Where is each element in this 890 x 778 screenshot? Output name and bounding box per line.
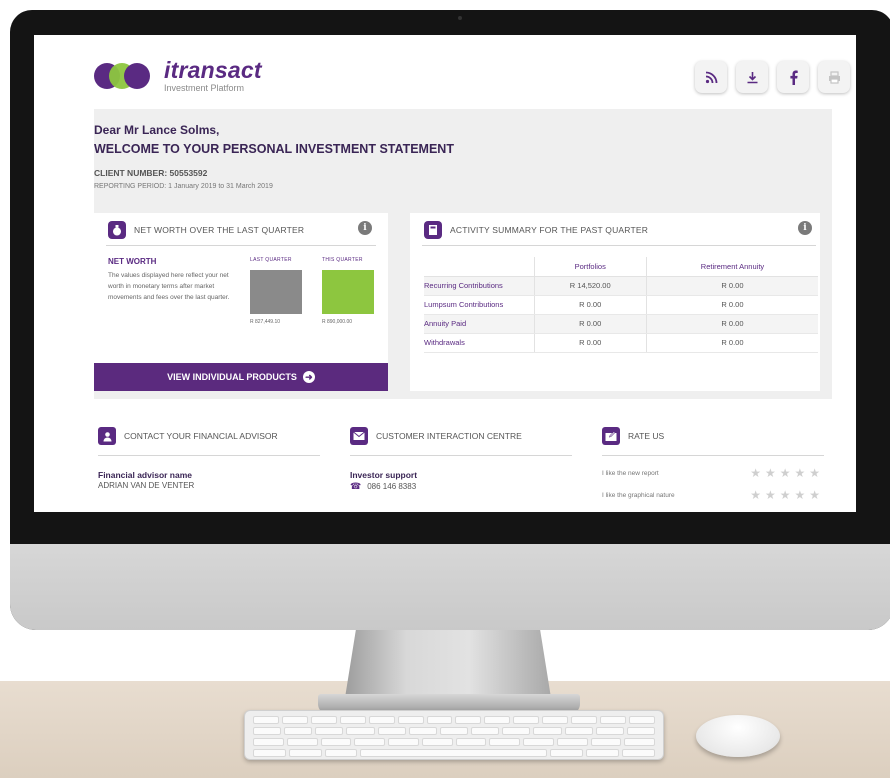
advisor-name: ADRIAN VAN DE VENTER — [98, 481, 195, 490]
portfolio-value: R 0.00 — [533, 333, 647, 353]
divider — [350, 455, 572, 456]
phone-row[interactable]: ☎ 086 146 8383 — [350, 481, 572, 492]
rating-icon — [602, 427, 620, 445]
column-header: Portfolios — [533, 257, 647, 277]
header: itransact Investment Platform — [34, 35, 856, 105]
portfolio-value: R 0.00 — [533, 314, 647, 334]
welcome-panel: Dear Mr Lance Solms, WELCOME TO YOUR PER… — [94, 109, 832, 213]
this-quarter-label: THIS QUARTER — [322, 257, 363, 263]
last-quarter-value: R 827,449.10 — [250, 319, 281, 325]
column-header: Retirement Annuity — [646, 257, 818, 277]
contact-heading: CONTACT YOUR FINANCIAL ADVISOR — [124, 431, 278, 441]
table-row: Lumpsum Contributions R 0.00 R 0.00 — [424, 295, 818, 315]
row-label: Withdrawals — [424, 333, 534, 353]
net-worth-card: NET WORTH OVER THE LAST QUARTER i NET WO… — [94, 213, 388, 391]
rating-row: I like the new report ★★★★★ — [602, 462, 824, 484]
phone-number: 086 146 8383 — [367, 482, 417, 491]
brand-name: itransact — [164, 57, 262, 83]
rating-row: I like the graphical nature ★★★★★ — [602, 484, 824, 506]
advisor-label: Financial advisor name — [98, 470, 193, 480]
money-bag-icon — [108, 221, 126, 239]
table-row: Annuity Paid R 0.00 R 0.00 — [424, 314, 818, 334]
divider — [98, 455, 320, 456]
advisor-icon — [98, 427, 116, 445]
camera-dot — [458, 16, 462, 20]
table-row: Recurring Contributions R 14,520.00 R 0.… — [424, 276, 818, 296]
info-icon[interactable]: i — [798, 221, 812, 235]
brand-tagline: Investment Platform — [164, 83, 245, 93]
net-worth-description: The values displayed here reflect your n… — [108, 272, 230, 301]
activity-summary-card: ACTIVITY SUMMARY FOR THE PAST QUARTER i … — [410, 213, 820, 391]
this-quarter-value: R 890,000.00 — [322, 319, 353, 325]
activity-table: Portfolios Retirement Annuity Recurring … — [424, 257, 818, 353]
net-worth-header: NET WORTH OVER THE LAST QUARTER — [108, 221, 304, 239]
row-label: Annuity Paid — [424, 314, 534, 334]
mouse — [696, 715, 780, 757]
rate-header: RATE US — [602, 427, 824, 445]
rating-statement: I like the graphical nature — [602, 491, 675, 499]
column-header — [424, 257, 534, 277]
logo[interactable]: itransact Investment Platform — [94, 59, 262, 93]
calculator-icon — [424, 221, 442, 239]
annuity-value: R 0.00 — [646, 333, 818, 353]
net-worth-heading: NET WORTH OVER THE LAST QUARTER — [134, 225, 305, 235]
keyboard — [244, 710, 664, 760]
activity-heading: ACTIVITY SUMMARY FOR THE PAST QUARTER — [450, 225, 649, 235]
table-header-row: Portfolios Retirement Annuity — [424, 257, 818, 277]
view-products-label: VIEW INDIVIDUAL PRODUCTS — [167, 372, 297, 382]
greeting: Dear Mr Lance Solms, — [94, 123, 220, 137]
rate-heading: RATE US — [628, 431, 665, 441]
envelope-icon — [350, 427, 368, 445]
net-worth-title: NET WORTH — [108, 257, 157, 266]
star-rating[interactable]: ★★★★★ — [750, 466, 824, 480]
rss-icon[interactable] — [695, 61, 727, 93]
monitor-chin — [10, 544, 890, 630]
customer-interaction-section: CUSTOMER INTERACTION CENTRE Investor sup… — [350, 427, 572, 492]
facebook-icon[interactable] — [777, 61, 809, 93]
portfolio-value: R 0.00 — [533, 295, 647, 315]
divider — [422, 245, 816, 246]
phone-icon: ☎ — [350, 481, 362, 491]
activity-header: ACTIVITY SUMMARY FOR THE PAST QUARTER — [424, 221, 648, 239]
rate-us-section: RATE US I like the new report ★★★★★ I li… — [602, 427, 824, 506]
this-quarter-bar — [322, 270, 374, 314]
info-icon[interactable]: i — [358, 221, 372, 235]
logo-mark-icon — [94, 63, 154, 89]
annuity-value: R 0.00 — [646, 276, 818, 296]
customer-header: CUSTOMER INTERACTION CENTRE — [350, 427, 572, 445]
row-label: Lumpsum Contributions — [424, 295, 534, 315]
annuity-value: R 0.00 — [646, 314, 818, 334]
monitor-stand — [344, 626, 552, 704]
client-number: CLIENT NUMBER: 50553592 — [94, 168, 208, 178]
last-quarter-label: LAST QUARTER — [250, 257, 292, 263]
page-title: WELCOME TO YOUR PERSONAL INVESTMENT STAT… — [94, 142, 454, 156]
contact-advisor-section: CONTACT YOUR FINANCIAL ADVISOR Financial… — [98, 427, 320, 490]
arrow-right-icon: ➜ — [302, 371, 315, 383]
print-icon[interactable] — [818, 61, 850, 93]
screen: itransact Investment Platform Dear Mr La… — [34, 35, 856, 512]
annuity-value: R 0.00 — [646, 295, 818, 315]
star-rating[interactable]: ★★★★★ — [750, 488, 824, 502]
customer-heading: CUSTOMER INTERACTION CENTRE — [376, 431, 522, 441]
divider — [602, 455, 824, 456]
download-icon[interactable] — [736, 61, 768, 93]
last-quarter-bar — [250, 270, 302, 314]
reporting-period: REPORTING PERIOD: 1 January 2019 to 31 M… — [94, 183, 273, 190]
contact-header: CONTACT YOUR FINANCIAL ADVISOR — [98, 427, 320, 445]
row-label: Recurring Contributions — [424, 276, 534, 296]
header-actions — [695, 61, 850, 93]
divider — [106, 245, 376, 246]
portfolio-value: R 14,520.00 — [533, 276, 647, 296]
investor-support-label: Investor support — [350, 470, 418, 480]
view-individual-products-button[interactable]: VIEW INDIVIDUAL PRODUCTS ➜ — [94, 363, 388, 391]
table-row: Withdrawals R 0.00 R 0.00 — [424, 333, 818, 353]
rating-statement: I like the new report — [602, 469, 659, 477]
